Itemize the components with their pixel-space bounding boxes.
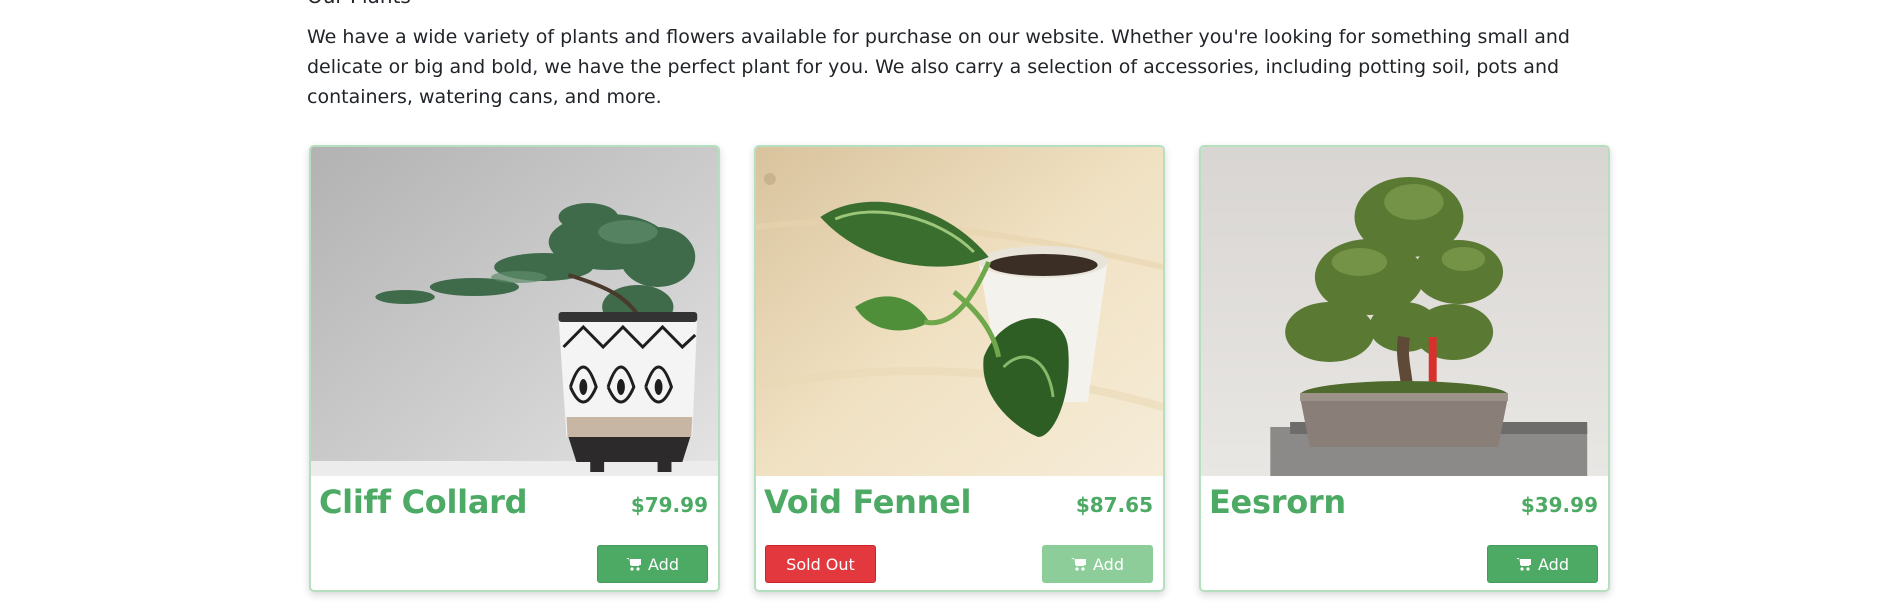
sold-out-badge: Sold Out — [765, 545, 876, 583]
add-button-label: Add — [1538, 554, 1569, 574]
product-image[interactable] — [756, 147, 1163, 476]
intro-paragraph: We have a wide variety of plants and flo… — [307, 26, 1570, 108]
product-card: Eesrorn $39.99 Add — [1199, 145, 1610, 592]
product-name[interactable]: Cliff Collard — [319, 483, 528, 521]
product-name[interactable]: Void Fennel — [764, 483, 972, 521]
cart-icon — [1071, 558, 1086, 571]
add-to-cart-button-disabled[interactable]: Add — [1042, 545, 1153, 583]
add-to-cart-button[interactable]: Add — [597, 545, 708, 583]
product-card: Void Fennel $87.65 Sold Out Add — [754, 145, 1165, 592]
product-image[interactable] — [1201, 147, 1608, 476]
product-price: $39.99 — [1520, 493, 1598, 517]
product-grid: Cliff Collard $79.99 Add Void Fennel $87… — [307, 145, 1617, 595]
add-to-cart-button[interactable]: Add — [1487, 545, 1598, 583]
add-button-label: Add — [1093, 554, 1124, 574]
product-card: Cliff Collard $79.99 Add — [309, 145, 720, 592]
cart-icon — [1516, 558, 1531, 571]
product-price: $87.65 — [1075, 493, 1153, 517]
product-price: $79.99 — [630, 493, 708, 517]
add-button-label: Add — [648, 554, 679, 574]
product-name[interactable]: Eesrorn — [1209, 483, 1346, 521]
product-image[interactable] — [311, 147, 718, 476]
cart-icon — [626, 558, 641, 571]
section-heading: Our Plants — [307, 0, 411, 8]
